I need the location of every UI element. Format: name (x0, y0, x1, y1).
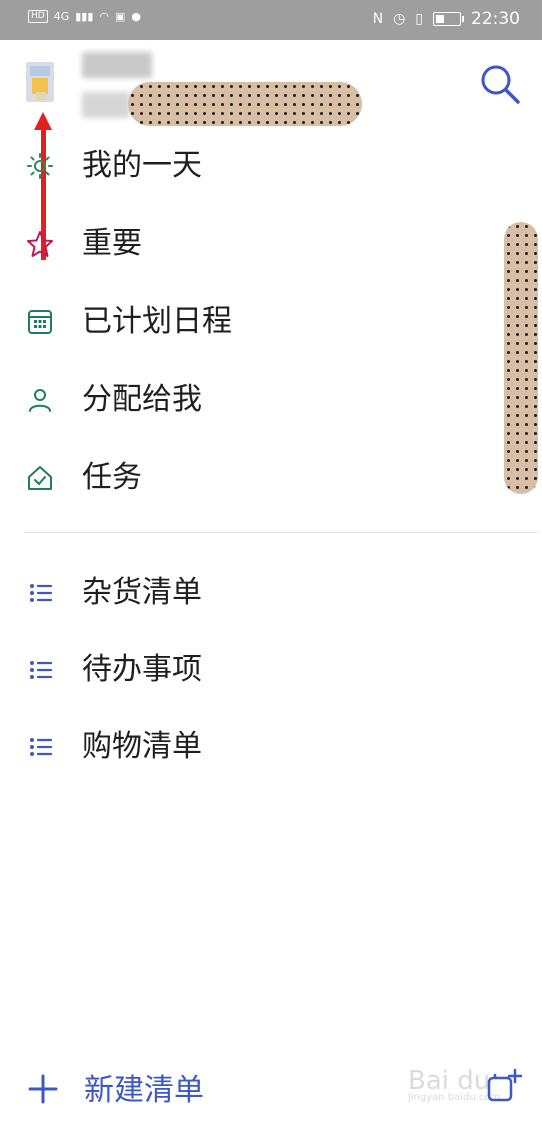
alarm-icon: ◷ (393, 11, 406, 27)
count-redaction-scribble (504, 222, 538, 494)
nfc-icon: N (372, 11, 384, 27)
list-icon (30, 584, 53, 602)
nav-item-label: 任务 (82, 460, 142, 495)
nav-item-label: 已计划日程 (82, 304, 232, 339)
wifi-icon: ◠ (99, 10, 110, 23)
vibrate-icon: ▯ (415, 11, 423, 27)
nav-item-tasks[interactable]: 任务 (0, 446, 542, 506)
status-bar: HD 4G ▮▮▮ ◠ ▣ ● N ◷ ▯ 22:30 (0, 0, 542, 40)
nav-item-planned[interactable]: 已计划日程 (0, 290, 542, 350)
plus-icon[interactable] (26, 1072, 60, 1106)
wechat-icon: ● (131, 10, 142, 23)
nav-item-label: 分配给我 (82, 382, 202, 417)
redaction-scribble (128, 82, 362, 126)
nav-item-label: 我的一天 (82, 148, 202, 183)
nav-item-my-day[interactable]: 我的一天 (0, 134, 542, 194)
divider (24, 532, 538, 533)
status-right: N ◷ ▯ 22:30 (373, 9, 520, 29)
status-time: 22:30 (471, 9, 520, 29)
list-item-label: 待办事项 (82, 652, 202, 687)
list-item-label: 购物清单 (82, 729, 202, 764)
battery-icon (433, 12, 464, 26)
account-name-redacted[interactable] (82, 52, 152, 78)
nav-item-important[interactable]: 重要 (0, 212, 542, 272)
list-item-shopping[interactable]: 购物清单 (0, 715, 542, 775)
star-icon (27, 231, 53, 257)
sun-icon (27, 153, 53, 179)
list-item-todo[interactable]: 待办事项 (0, 638, 542, 698)
account-email-redacted (82, 92, 130, 118)
list-item-label: 杂货清单 (82, 575, 202, 610)
list-icon (30, 738, 53, 756)
status-left: HD 4G ▮▮▮ ◠ ▣ ● (28, 10, 141, 23)
list-item-groceries[interactable]: 杂货清单 (0, 561, 542, 621)
signal-icon: ▮▮▮ (75, 10, 94, 23)
person-icon (29, 389, 51, 412)
list-icon (30, 661, 53, 679)
hd-indicator: HD (28, 10, 48, 23)
search-icon[interactable] (478, 62, 522, 106)
nav-item-label: 重要 (82, 226, 142, 261)
calendar-icon (28, 310, 52, 334)
new-list-button[interactable]: 新建清单 (84, 1071, 204, 1111)
nav-item-assigned[interactable]: 分配给我 (0, 368, 542, 428)
network-indicator: 4G (53, 10, 70, 23)
home-check-icon (28, 466, 52, 490)
notification-icon: ▣ (115, 10, 126, 23)
avatar[interactable] (26, 62, 54, 102)
new-group-icon[interactable] (484, 1066, 524, 1106)
